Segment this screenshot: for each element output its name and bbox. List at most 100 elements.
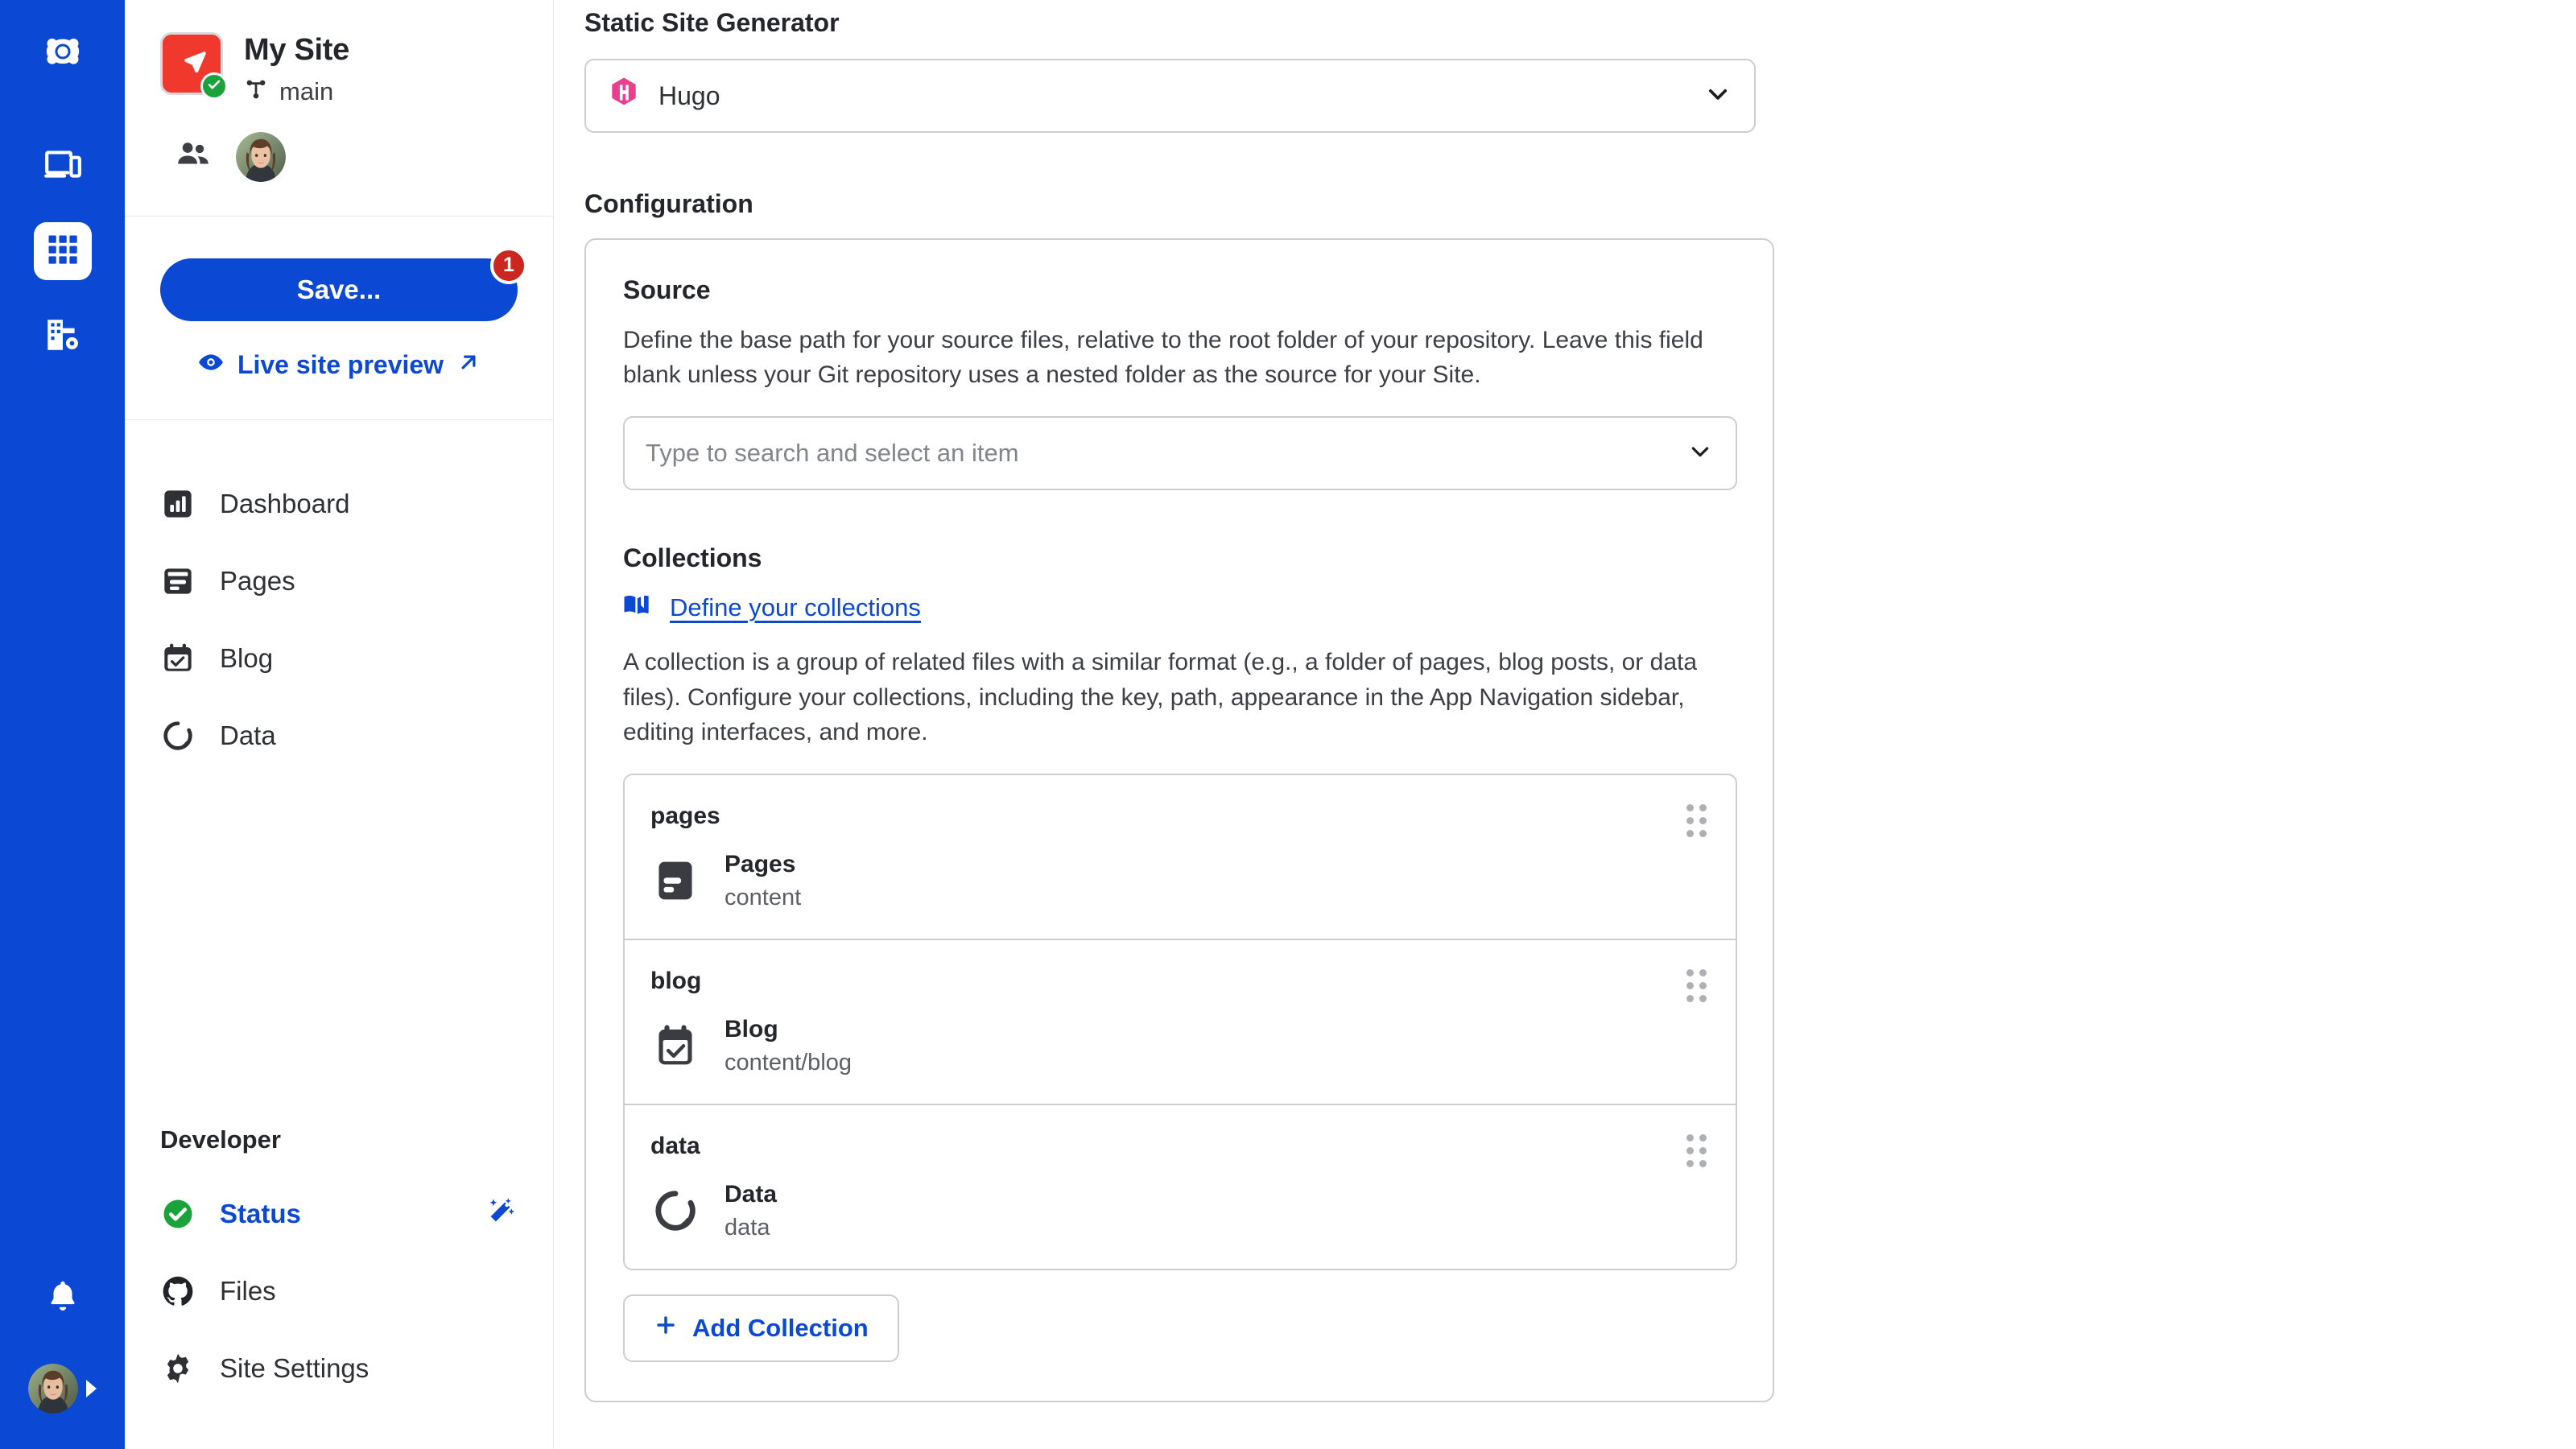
page-icon [160,564,196,599]
calendar-check-icon [650,1021,700,1071]
collection-row[interactable]: pages Pages content [625,774,1736,940]
collection-path: content/blog [724,1049,852,1075]
collection-text: Pages content [724,851,801,911]
rail-bottom-group [28,1278,97,1449]
ssg-select[interactable]: Hugo [584,59,1756,133]
collection-text: Blog content/blog [724,1016,852,1076]
eye-icon [197,349,225,382]
add-collection-label: Add Collection [692,1313,869,1342]
collection-row[interactable]: blog Blog content/blog [625,939,1736,1105]
sidebar-item-label: Data [220,720,276,750]
site-title: My Site [244,33,349,67]
collection-text: Data data [724,1181,777,1241]
calendar-check-icon [160,641,196,676]
app-root: My Site main Save... 1 Live site preview… [0,0,2576,1449]
main-inner: Static Site Generator Hugo Configuration… [554,0,2576,1449]
sidebar-filler [125,774,553,1125]
site-status-badge [200,72,228,100]
collection-key: data [650,1132,700,1159]
source-placeholder: Type to search and select an item [646,439,1019,468]
drag-handle-icon[interactable] [1686,968,1707,1002]
grid-icon [46,233,80,270]
save-badge-count: 1 [490,246,527,284]
notifications-button[interactable] [44,1278,81,1319]
collections-description: A collection is a group of related files… [623,649,1698,745]
team-member-avatar[interactable] [236,131,286,182]
site-branch: main [244,77,349,106]
book-icon [623,591,652,624]
page-icon [650,856,700,906]
donut-icon [160,718,196,753]
ssg-selected-value: Hugo [658,80,720,110]
cloudcannon-logo-icon [42,31,84,76]
configuration-label: Configuration [584,189,753,218]
external-link-icon [456,350,481,381]
people-icon [175,136,212,177]
collection-row[interactable]: data Data data [625,1104,1736,1269]
site-meta: My Site main [244,32,349,106]
site-branch-name: main [279,76,334,105]
devices-icon [43,144,83,188]
bar-chart-icon [160,486,196,522]
sidebar-item-label: Blog [220,642,274,673]
collections-label: Collections [623,543,762,573]
sidebar-nav: Dashboard Pages Blog Data [125,419,553,774]
sidebar-item-label: Dashboard [220,488,350,518]
sidebar-item-label: Status [220,1199,301,1228]
source-description: Define the base path for your source fil… [623,327,1703,389]
collections-list: pages Pages content blog Blog content/bl… [623,773,1737,1270]
drag-handle-icon[interactable] [1686,803,1707,837]
sidebar-item-status[interactable]: Status [160,1175,518,1253]
collection-key: blog [650,967,702,994]
live-site-preview-link[interactable]: Live site preview [160,349,518,382]
chevron-down-icon [1704,80,1732,112]
source-label: Source [623,275,711,304]
building-gear-icon [43,315,83,359]
define-collections-link[interactable]: Define your collections [623,591,1736,624]
define-collections-link-label: Define your collections [670,592,921,621]
ssg-label: Static Site Generator [584,8,840,37]
configuration-card: Source Define the base path for your sou… [584,238,1774,1402]
hugo-icon [607,76,641,116]
ssg-selected-value-wrap: Hugo [607,76,720,116]
collection-body: Pages content [650,851,1705,911]
save-button-wrapper: Save... 1 [160,246,527,321]
rail-item-apps-grid[interactable] [33,222,92,280]
account-menu-button[interactable] [28,1364,97,1414]
donut-icon [650,1186,700,1236]
bell-icon [44,1281,81,1318]
chevron-down-icon [1687,439,1713,469]
source-search-select[interactable]: Type to search and select an item [623,416,1737,491]
collection-name: Pages [724,850,796,877]
sidebar-actions: Save... 1 Live site preview [125,217,553,382]
save-button[interactable]: Save... [160,258,518,321]
rail-item-organisation-settings[interactable] [34,308,92,365]
avatar [28,1364,78,1414]
sidebar-item-blog[interactable]: Blog [160,620,518,697]
collection-body: Data data [650,1181,1705,1241]
rail-item-cloudcannon-logo[interactable] [34,24,92,82]
check-circle-icon [207,77,221,96]
check-circle-green-icon [160,1196,196,1232]
sidebar-item-label: Pages [220,565,295,596]
drag-handle-icon[interactable] [1686,1133,1707,1167]
github-icon [160,1274,196,1309]
site-identity[interactable]: My Site main [160,32,518,106]
sidebar-item-files[interactable]: Files [160,1253,518,1330]
sidebar-item-dashboard[interactable]: Dashboard [160,465,518,543]
team-row[interactable] [175,131,518,182]
main-content: Static Site Generator Hugo Configuration… [554,0,2576,1449]
live-site-preview-label: Live site preview [237,350,444,380]
add-collection-button[interactable]: Add Collection [623,1294,899,1362]
sidebar-item-data[interactable]: Data [160,697,518,774]
caret-right-icon [86,1380,97,1397]
collection-body: Blog content/blog [650,1016,1705,1076]
magic-wand-icon[interactable] [482,1195,518,1234]
git-branch-icon [244,77,268,105]
sidebar-item-site-settings[interactable]: Site Settings [160,1330,518,1407]
rail-item-devices[interactable] [34,137,92,195]
collection-path: content [724,884,802,910]
collection-name: Blog [724,1015,778,1042]
site-sidebar: My Site main Save... 1 Live site preview… [125,0,554,1449]
sidebar-item-pages[interactable]: Pages [160,543,518,620]
